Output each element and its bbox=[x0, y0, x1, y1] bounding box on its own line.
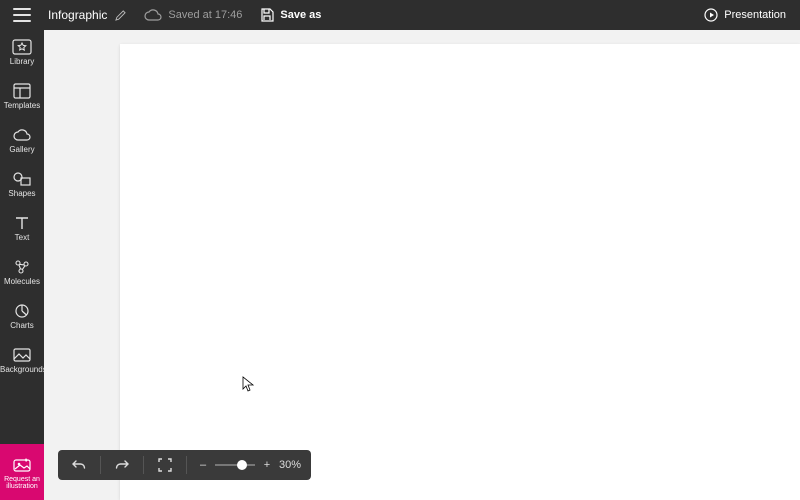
sidebar-item-label: Molecules bbox=[0, 278, 44, 286]
zoom-slider[interactable] bbox=[215, 464, 255, 466]
sidebar-item-backgrounds[interactable]: Backgrounds bbox=[0, 338, 44, 382]
undo-button[interactable] bbox=[68, 454, 90, 476]
sidebar-item-label: Library bbox=[0, 58, 44, 66]
sidebar-item-molecules[interactable]: Molecules bbox=[0, 250, 44, 294]
zoom-control: – + 30% bbox=[197, 459, 301, 471]
sidebar: Library Templates Gallery Shapes bbox=[0, 30, 44, 500]
zoom-slider-knob[interactable] bbox=[237, 460, 247, 470]
sidebar-item-templates[interactable]: Templates bbox=[0, 74, 44, 118]
play-circle-icon bbox=[704, 8, 718, 22]
divider bbox=[186, 456, 187, 474]
star-card-icon bbox=[12, 38, 32, 56]
layout-icon bbox=[13, 82, 31, 100]
fit-screen-icon bbox=[158, 458, 172, 472]
sidebar-item-label: Text bbox=[0, 234, 44, 242]
fit-screen-button[interactable] bbox=[154, 454, 176, 476]
sidebar-item-label: Backgrounds bbox=[0, 366, 44, 374]
presentation-button[interactable]: Presentation bbox=[704, 8, 786, 22]
canvas-area[interactable]: – + 30% bbox=[44, 30, 800, 500]
sidebar-item-label: Templates bbox=[0, 102, 44, 110]
redo-icon bbox=[115, 458, 129, 472]
image-icon bbox=[13, 346, 31, 364]
pie-chart-icon bbox=[14, 302, 30, 320]
cloud-icon bbox=[12, 126, 32, 144]
zoom-in-button[interactable]: + bbox=[261, 459, 273, 471]
shapes-icon bbox=[12, 170, 32, 188]
text-icon bbox=[14, 214, 30, 232]
document-title-text: Infographic bbox=[48, 8, 107, 22]
save-as-label: Save as bbox=[280, 9, 321, 21]
document-title[interactable]: Infographic bbox=[48, 8, 126, 22]
mouse-cursor-icon bbox=[242, 376, 254, 392]
menu-button[interactable] bbox=[0, 0, 44, 30]
sidebar-item-charts[interactable]: Charts bbox=[0, 294, 44, 338]
saved-status-text: Saved at 17:46 bbox=[168, 9, 242, 21]
bottom-toolbar: – + 30% bbox=[58, 450, 311, 480]
hamburger-icon bbox=[13, 8, 31, 22]
cloud-icon bbox=[144, 9, 162, 21]
sidebar-item-gallery[interactable]: Gallery bbox=[0, 118, 44, 162]
zoom-value: 30% bbox=[279, 459, 301, 471]
sidebar-item-label: Gallery bbox=[0, 146, 44, 154]
divider bbox=[100, 456, 101, 474]
sidebar-item-label: Shapes bbox=[0, 190, 44, 198]
top-bar: Infographic Saved at 17:46 Save as Prese… bbox=[0, 0, 800, 30]
sidebar-item-label: Charts bbox=[0, 322, 44, 330]
save-as-button[interactable]: Save as bbox=[260, 8, 321, 22]
presentation-label: Presentation bbox=[724, 9, 786, 21]
request-icon bbox=[12, 454, 32, 474]
request-label: Request an illustration bbox=[2, 476, 42, 490]
sidebar-item-shapes[interactable]: Shapes bbox=[0, 162, 44, 206]
pencil-icon bbox=[115, 10, 126, 21]
sidebar-item-text[interactable]: Text bbox=[0, 206, 44, 250]
zoom-out-button[interactable]: – bbox=[197, 459, 209, 471]
molecule-icon bbox=[13, 258, 31, 276]
floppy-icon bbox=[260, 8, 274, 22]
divider bbox=[143, 456, 144, 474]
saved-status: Saved at 17:46 bbox=[144, 9, 242, 21]
canvas-page[interactable] bbox=[120, 44, 800, 500]
request-illustration-button[interactable]: Request an illustration bbox=[0, 444, 44, 500]
undo-icon bbox=[72, 458, 86, 472]
sidebar-item-library[interactable]: Library bbox=[0, 30, 44, 74]
redo-button[interactable] bbox=[111, 454, 133, 476]
